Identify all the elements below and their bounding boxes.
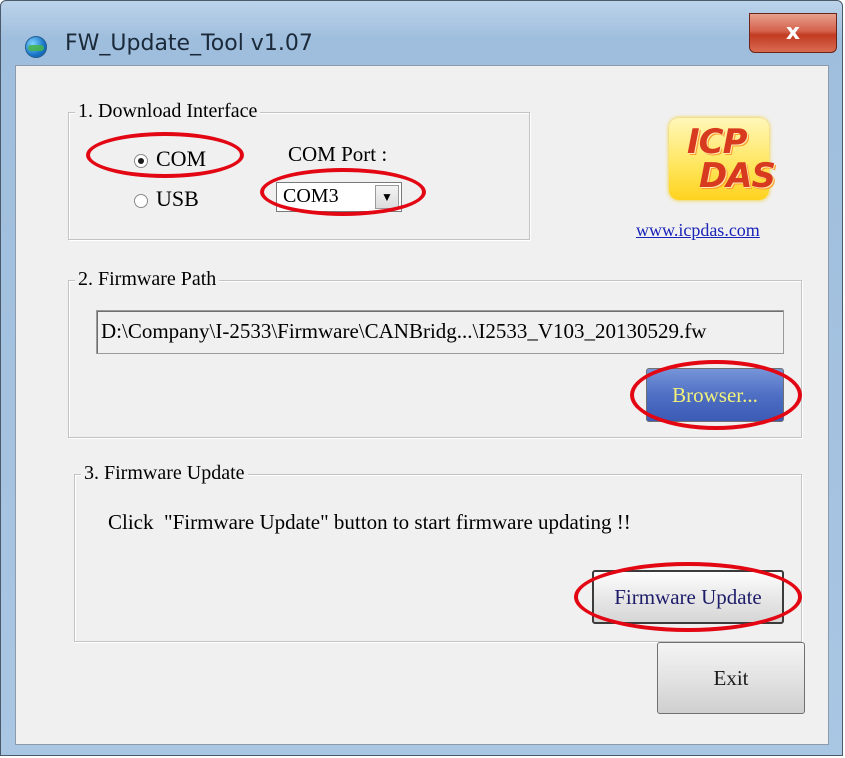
browse-button[interactable]: Browser... <box>646 368 784 422</box>
firmware-path-legend: 2. Firmware Path <box>75 268 220 291</box>
usb-radio[interactable] <box>134 194 148 208</box>
com-radio-label[interactable]: COM <box>156 146 206 172</box>
firmware-path-field[interactable]: D:\Company\I-2533\Firmware\CANBridg...\I… <box>96 310 784 354</box>
download-interface-legend: 1. Download Interface <box>75 100 261 123</box>
com-port-value: COM3 <box>283 185 339 207</box>
logo-text-das: DAS <box>699 156 776 196</box>
com-radio[interactable] <box>134 154 148 168</box>
chevron-down-icon[interactable]: ▼ <box>375 185 399 209</box>
app-globe-icon <box>25 36 47 58</box>
firmware-update-button[interactable]: Firmware Update <box>592 570 784 624</box>
usb-radio-label[interactable]: USB <box>156 186 199 212</box>
window-title: FW_Update_Tool v1.07 <box>65 31 313 56</box>
firmware-update-legend: 3. Firmware Update <box>81 462 248 485</box>
title-bar[interactable]: FW_Update_Tool v1.07 x <box>1 1 842 61</box>
com-port-label: COM Port : <box>288 142 388 166</box>
com-port-select[interactable]: COM3 ▼ <box>276 182 402 212</box>
download-interface-group: 1. Download Interface <box>68 100 530 240</box>
firmware-update-instruction: Click "Firmware Update" button to start … <box>108 510 631 534</box>
app-window: FW_Update_Tool v1.07 x 1. Download Inter… <box>0 0 843 756</box>
exit-button[interactable]: Exit <box>657 642 805 714</box>
close-icon: x <box>785 20 801 45</box>
icpdas-logo: ICP DAS <box>669 118 776 200</box>
icpdas-link[interactable]: www.icpdas.com <box>636 220 760 241</box>
dialog-body: 1. Download Interface COM USB COM Port :… <box>15 65 829 745</box>
close-button[interactable]: x <box>749 13 837 53</box>
